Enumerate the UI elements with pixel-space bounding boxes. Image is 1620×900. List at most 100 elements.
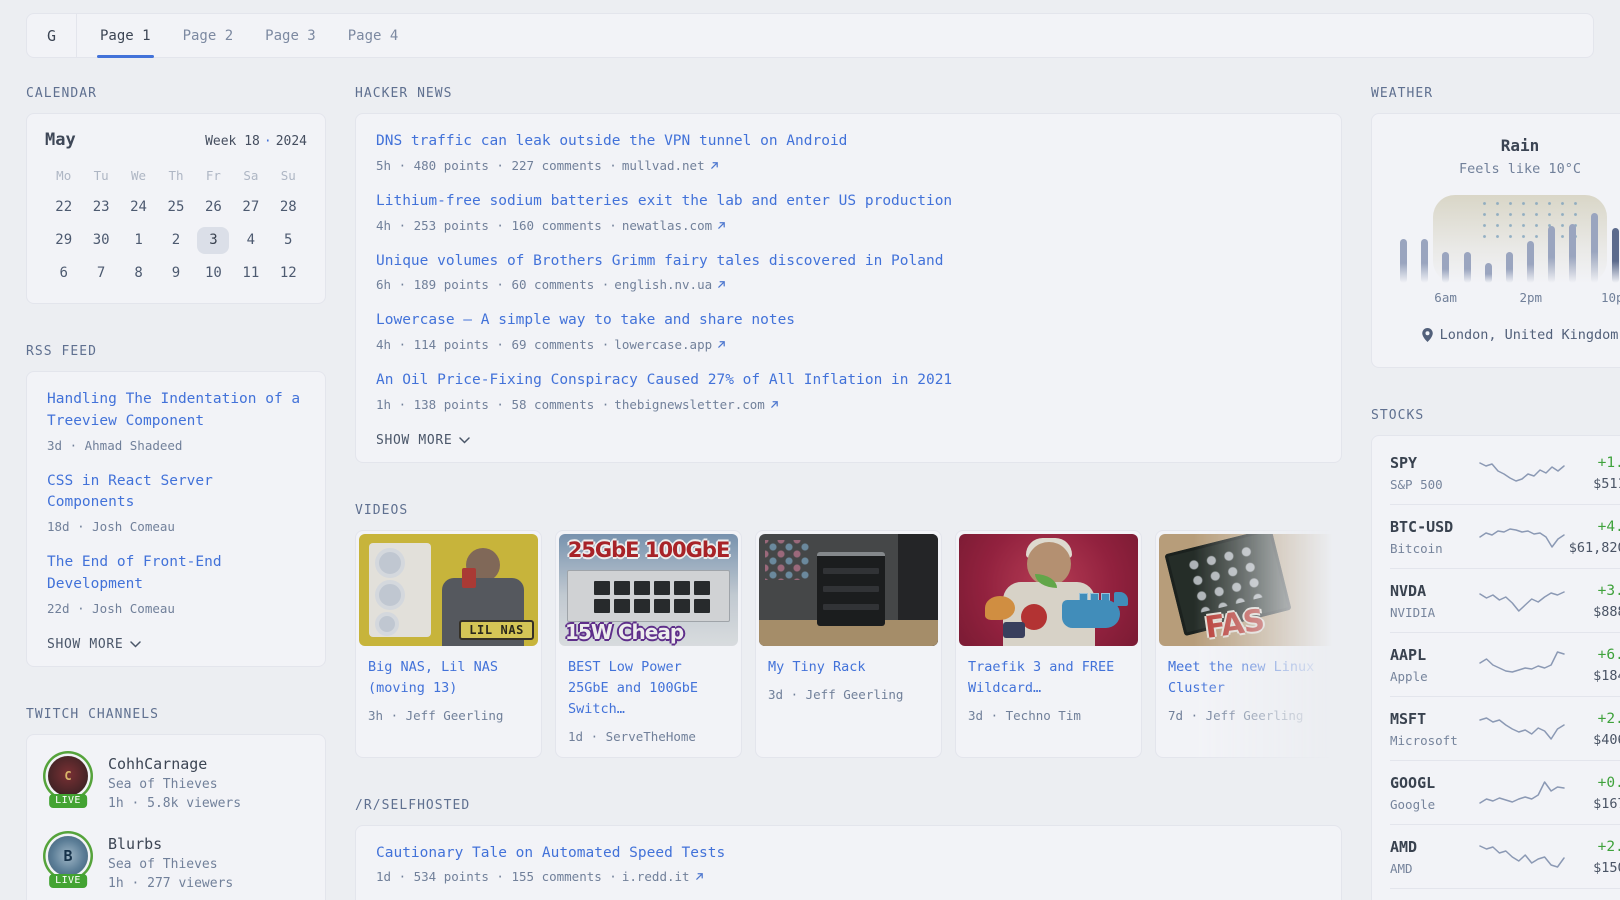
rss-item-title[interactable]: Handling The Indentation of a Treeview C… [47,389,305,433]
stock-change: +4.56% [1566,519,1620,535]
stock-sparkline [1478,585,1566,617]
hn-item-title[interactable]: DNS traffic can leak outside the VPN tun… [376,131,1321,153]
video-card[interactable]: My Tiny Rack 3d · Jeff Geerling [755,530,942,758]
dashboard-page: G Page 1 Page 2 Page 3 Page 4 CALENDAR M… [0,0,1620,900]
stock-row[interactable]: SPYS&P 500 +1.32%$511.69 [1390,441,1620,504]
hn-item-domain[interactable]: mullvad.net [622,158,705,173]
hn-item-domain[interactable]: thebignewsletter.com [614,397,765,412]
location-pin-icon [1422,328,1433,342]
temperature-bar [1569,224,1576,283]
stock-row[interactable]: AMDAMD +2.97%$150.50 [1390,824,1620,888]
video-title[interactable]: My Tiny Rack [768,657,929,678]
video-card[interactable]: 25GbE 100GbE 15W Cheap BEST Low Power 25… [555,530,742,758]
stock-row[interactable]: RDDT -1.59% [1390,888,1620,900]
external-link-icon [717,280,726,289]
live-badge: LIVE [49,794,87,808]
rss-feed-widget: Handling The Indentation of a Treeview C… [26,371,326,667]
rss-item: The End of Front-End Development 22d · J… [47,552,305,616]
weather-feels-like: Feels like 10°C [1392,161,1620,177]
channel-meta: 1h · 277 viewers [108,876,233,891]
video-card[interactable]: LIL NAS Big NAS, Lil NAS (moving 13) 3h … [355,530,542,758]
temperature-bar [1421,239,1428,283]
left-column: CALENDAR May Week 18·2024 Mo Tu We Th Fr… [26,58,326,900]
stock-price: $406.76 [1566,732,1620,748]
video-thumbnail[interactable]: FAS [1159,534,1338,646]
app-logo[interactable]: G [27,14,77,57]
twitch-section-title: TWITCH CHANNELS [26,707,326,722]
twitch-channel-row[interactable]: B LIVE Blurbs Sea of Thieves 1h · 277 vi… [45,833,307,891]
temperature-bar [1591,213,1598,283]
video-thumbnail[interactable] [959,534,1138,646]
stock-price: $150.50 [1566,860,1620,876]
hn-item-domain[interactable]: english.nv.ua [614,277,712,292]
hn-item: Unique volumes of Brothers Grimm fairy t… [376,251,1321,293]
tab-page-2[interactable]: Page 2 [180,14,237,57]
hn-item-title[interactable]: Unique volumes of Brothers Grimm fairy t… [376,251,1321,273]
stock-row[interactable]: AAPLApple +6.63%$184.51 [1390,632,1620,696]
hn-item-title[interactable]: An Oil Price-Fixing Conspiracy Caused 27… [376,370,1321,392]
weekday-label: Sa [232,164,269,188]
reddit-widget: Cautionary Tale on Automated Speed Tests… [355,825,1342,900]
hn-item-title[interactable]: Lithium-free sodium batteries exit the l… [376,191,1321,213]
hn-item: Lowercase – A simple way to take and sha… [376,310,1321,352]
hn-item-title[interactable]: Lowercase – A simple way to take and sha… [376,310,1321,332]
calendar-date: 5 [270,227,307,254]
stock-change: +0.25% [1566,775,1620,791]
stock-row[interactable]: NVDANVIDIA +3.49%$888.12 [1390,568,1620,632]
thumbnail-text: FAS [1203,603,1266,646]
video-title[interactable]: BEST Low Power 25GbE and 100GbE Switch… [568,657,729,720]
temperature-bars [1400,211,1620,283]
video-title[interactable]: Big NAS, Lil NAS (moving 13) [368,657,529,699]
tab-page-3[interactable]: Page 3 [262,14,319,57]
hn-show-more-button[interactable]: SHOW MORE [376,433,470,448]
stock-row[interactable]: GOOGLGoogle +0.25%$167.03 [1390,760,1620,824]
twitch-channel-row[interactable]: C LIVE CohhCarnage Sea of Thieves 1h · 5… [45,753,307,811]
video-thumbnail[interactable] [759,534,938,646]
calendar-date: 22 [45,194,82,221]
weekday-label: We [120,164,157,188]
video-title[interactable]: Meet the new Linux Cluster [1168,657,1329,699]
video-thumbnail[interactable]: LIL NAS [359,534,538,646]
calendar-date: 11 [232,260,269,287]
calendar-date: 1 [120,227,157,254]
stock-price: $61,820.02 [1566,540,1620,556]
video-thumbnail[interactable]: 25GbE 100GbE 15W Cheap [559,534,738,646]
tab-page-1[interactable]: Page 1 [97,14,154,57]
external-link-icon [770,400,779,409]
rss-item: Handling The Indentation of a Treeview C… [47,389,305,453]
calendar-date: 27 [232,194,269,221]
channel-name[interactable]: Blurbs [108,833,233,853]
reddit-item-title[interactable]: Cautionary Tale on Automated Speed Tests [376,843,1321,865]
stock-symbol: BTC-USD [1390,518,1478,536]
hn-item-domain[interactable]: lowercase.app [614,337,712,352]
calendar-date: 2 [157,227,194,254]
temperature-bar [1527,241,1534,283]
stock-price: $888.12 [1566,604,1620,620]
weather-widget: Rain Feels like 10°C 12° 6am 2pm 10pm Lo… [1371,113,1620,368]
rss-item-title[interactable]: The End of Front-End Development [47,552,305,596]
stock-sparkline [1478,521,1566,553]
calendar-date: 9 [157,260,194,287]
hackernews-section-title: HACKER NEWS [355,86,1342,101]
tab-page-4[interactable]: Page 4 [345,14,402,57]
reddit-item-domain[interactable]: i.redd.it [622,869,690,884]
video-card[interactable]: FAS Meet the new Linux Cluster 7d · Jeff… [1155,530,1342,758]
weekday-label: Tu [82,164,119,188]
calendar-month: May [45,130,76,150]
video-title[interactable]: Traefik 3 and FREE Wildcard… [968,657,1129,699]
channel-name[interactable]: CohhCarnage [108,753,241,773]
video-meta: 1d · ServeTheHome [568,729,729,744]
rss-item-title[interactable]: CSS in React Server Components [47,471,305,515]
hn-item: Lithium-free sodium batteries exit the l… [376,191,1321,233]
rss-item-meta: 22d · Josh Comeau [47,601,305,616]
rss-show-more-button[interactable]: SHOW MORE [47,637,141,652]
stock-symbol: AAPL [1390,646,1478,664]
stock-symbol: AMD [1390,838,1478,856]
video-card[interactable]: Traefik 3 and FREE Wildcard… 3d · Techno… [955,530,1142,758]
twitch-channels-widget: C LIVE CohhCarnage Sea of Thieves 1h · 5… [26,734,326,900]
video-meta: 7d · Jeff Geerling [1168,708,1329,723]
hn-item-domain[interactable]: newatlas.com [622,218,712,233]
stock-row[interactable]: MSFTMicrosoft +2.24%$406.76 [1390,696,1620,760]
stock-row[interactable]: BTC-USDBitcoin +4.56%$61,820.02 [1390,504,1620,568]
calendar-date: 6 [45,260,82,287]
